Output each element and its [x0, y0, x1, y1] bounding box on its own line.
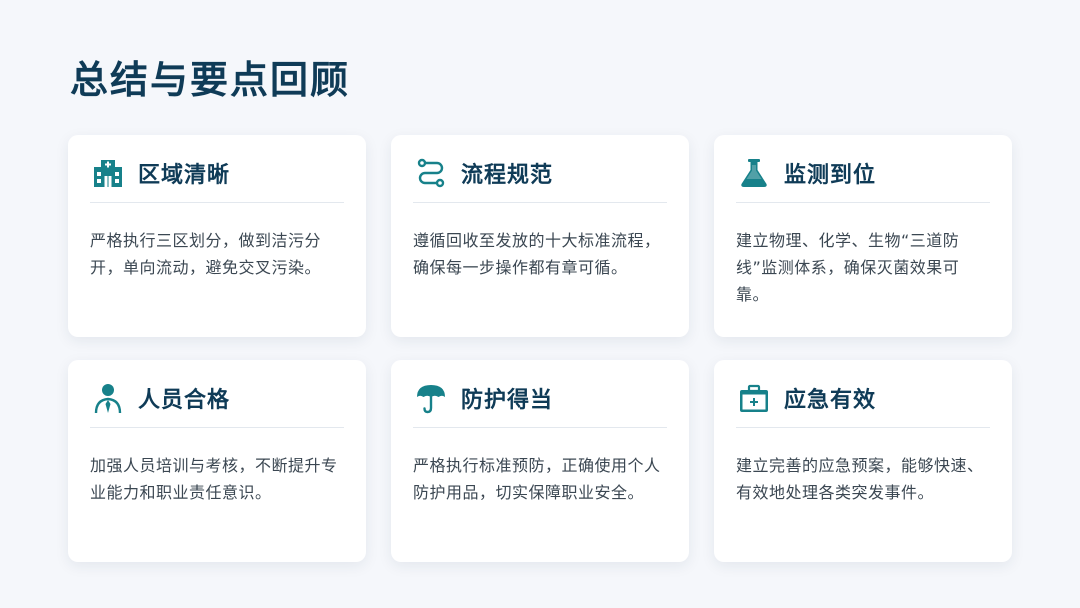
card-area: 区域清晰 严格执行三区划分，做到洁污分开，单向流动，避免交叉污染。	[68, 135, 366, 337]
card-description: 严格执行标准预防，正确使用个人防护用品，切实保障职业安全。	[413, 456, 661, 502]
card-title: 流程规范	[461, 162, 554, 188]
card-header: 流程规范	[413, 135, 667, 203]
page-title: 总结与要点回顾	[70, 58, 351, 102]
first-aid-kit-icon	[738, 382, 770, 414]
card-description: 建立物理、化学、生物“三道防线”监测体系，确保灭菌效果可靠。	[736, 231, 960, 304]
card-title: 监测到位	[784, 162, 877, 188]
card-description: 建立完善的应急预案，能够快速、有效地处理各类突发事件。	[736, 456, 984, 502]
card-title: 区域清晰	[138, 162, 231, 188]
card-title: 防护得当	[461, 387, 554, 413]
hospital-building-icon	[92, 157, 124, 189]
card-emergency: 应急有效 建立完善的应急预案，能够快速、有效地处理各类突发事件。	[714, 360, 1012, 562]
card-monitoring: 监测到位 建立物理、化学、生物“三道防线”监测体系，确保灭菌效果可靠。	[714, 135, 1012, 337]
card-title: 人员合格	[138, 387, 231, 413]
card-protection: 防护得当 严格执行标准预防，正确使用个人防护用品，切实保障职业安全。	[391, 360, 689, 562]
card-header: 区域清晰	[90, 135, 344, 203]
umbrella-icon	[415, 382, 447, 414]
card-header: 人员合格	[90, 360, 344, 428]
card-personnel: 人员合格 加强人员培训与考核，不断提升专业能力和职业责任意识。	[68, 360, 366, 562]
person-icon	[92, 382, 124, 414]
card-header: 防护得当	[413, 360, 667, 428]
card-description: 加强人员培训与考核，不断提升专业能力和职业责任意识。	[90, 456, 338, 502]
card-description: 严格执行三区划分，做到洁污分开，单向流动，避免交叉污染。	[90, 231, 322, 277]
summary-cards: 区域清晰 严格执行三区划分，做到洁污分开，单向流动，避免交叉污染。 流程规范 遵…	[68, 135, 1013, 562]
card-process: 流程规范 遵循回收至发放的十大标准流程，确保每一步操作都有章可循。	[391, 135, 689, 337]
card-header: 应急有效	[736, 360, 990, 428]
card-title: 应急有效	[784, 387, 877, 413]
process-flow-icon	[415, 157, 447, 189]
card-description: 遵循回收至发放的十大标准流程，确保每一步操作都有章可循。	[413, 231, 661, 277]
card-header: 监测到位	[736, 135, 990, 203]
flask-icon	[738, 157, 770, 189]
